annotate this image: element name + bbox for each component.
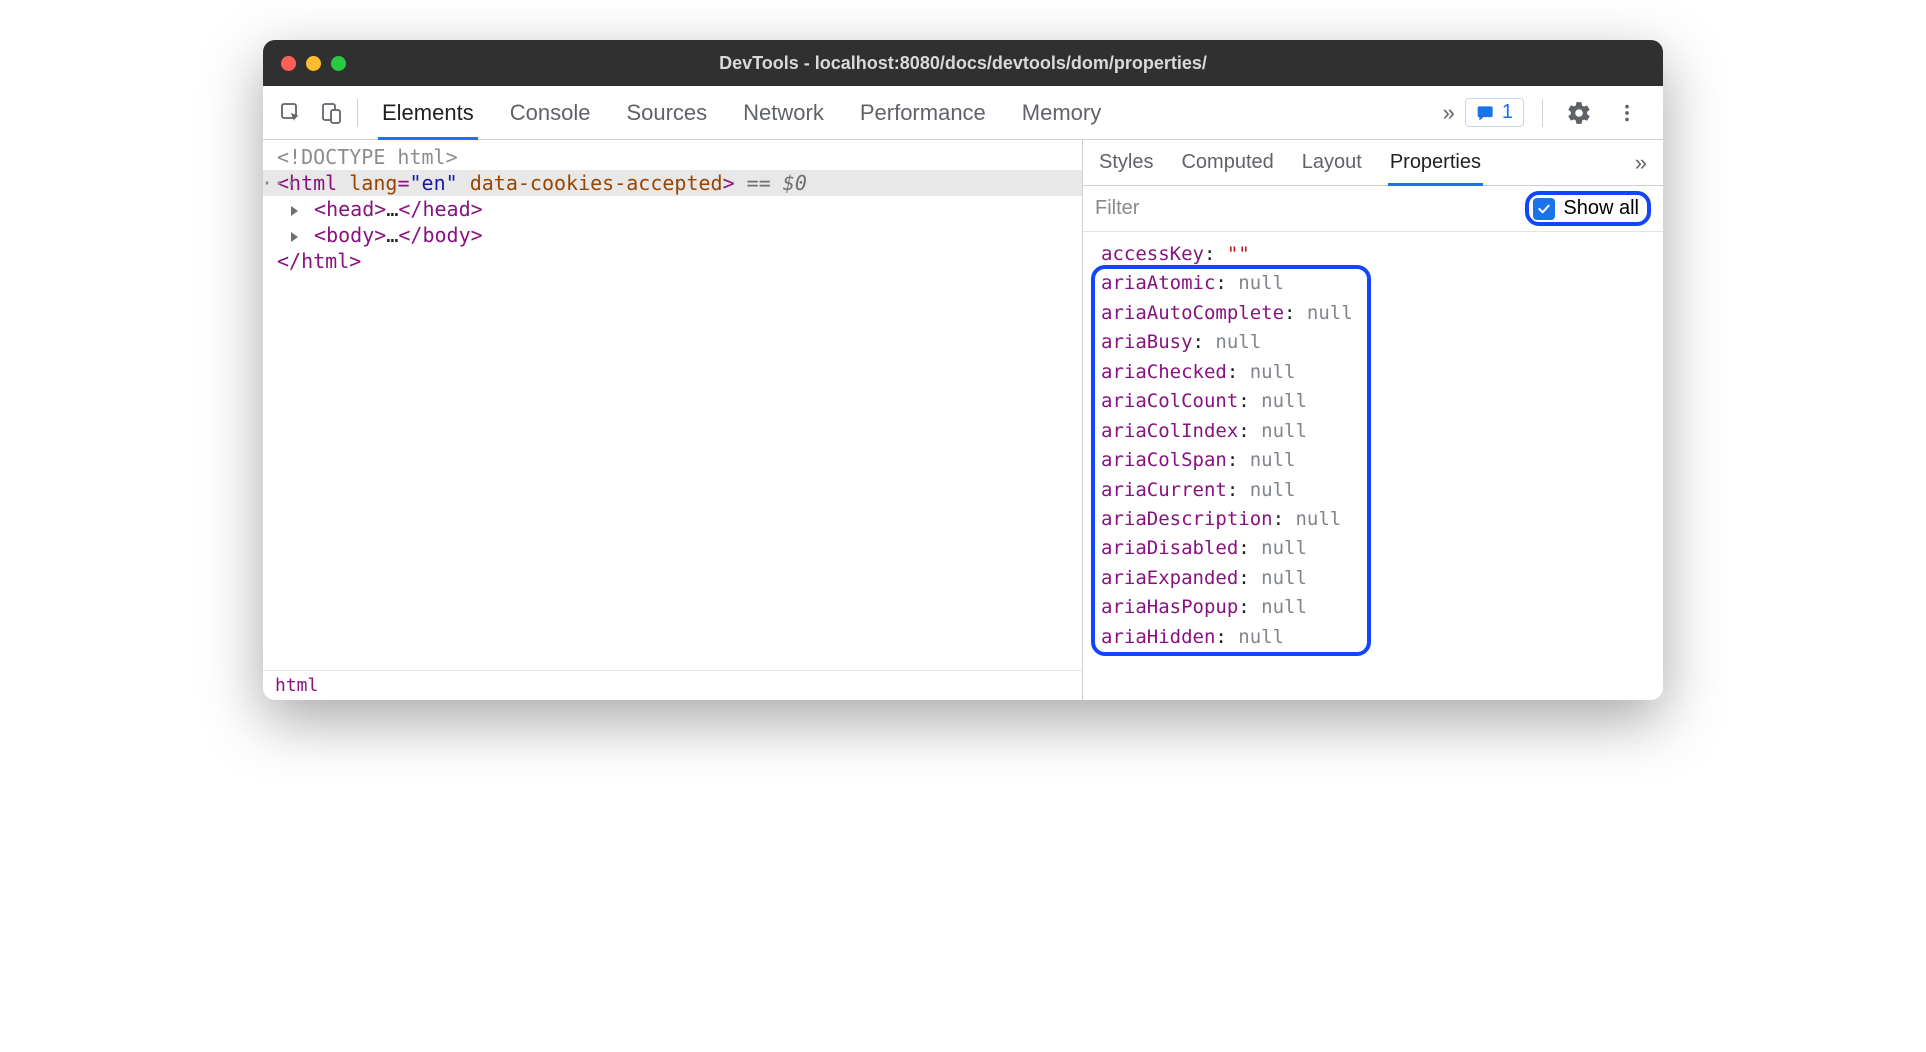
tab-performance[interactable]: Performance — [860, 86, 986, 139]
property-row[interactable]: ariaDisabled: null — [1101, 534, 1663, 563]
sidebar-tabs: Styles Computed Layout Properties » — [1083, 140, 1663, 186]
property-row[interactable]: ariaCurrent: null — [1101, 476, 1663, 505]
toolbar-separator — [1542, 99, 1543, 127]
tab-memory[interactable]: Memory — [1022, 86, 1101, 139]
property-row[interactable]: ariaExpanded: null — [1101, 564, 1663, 593]
issues-icon — [1476, 103, 1496, 123]
device-toolbar-icon[interactable] — [311, 93, 351, 133]
traffic-lights — [281, 56, 346, 71]
window-title: DevTools - localhost:8080/docs/devtools/… — [263, 53, 1663, 74]
crumb-html[interactable]: html — [275, 675, 318, 696]
devtools-window: DevTools - localhost:8080/docs/devtools/… — [263, 40, 1663, 700]
subtab-computed[interactable]: Computed — [1181, 140, 1273, 185]
show-all-highlight: Show all — [1525, 191, 1651, 226]
show-all-checkbox[interactable] — [1533, 198, 1555, 220]
inspect-element-icon[interactable] — [271, 93, 311, 133]
filter-input[interactable] — [1095, 197, 1515, 220]
breadcrumb[interactable]: html — [263, 670, 1082, 700]
issues-badge[interactable]: 1 — [1465, 98, 1524, 127]
property-row[interactable]: ariaColSpan: null — [1101, 446, 1663, 475]
tab-network[interactable]: Network — [743, 86, 824, 139]
elements-panel: <!DOCTYPE html> ··· <html lang="en" data… — [263, 140, 1083, 700]
toolbar-right: 1 — [1465, 95, 1655, 131]
dom-html-close[interactable]: </html> — [263, 248, 1082, 274]
issues-count: 1 — [1502, 101, 1513, 124]
dom-body[interactable]: <body>…</body> — [263, 222, 1082, 248]
toolbar-separator — [357, 99, 358, 127]
tab-elements[interactable]: Elements — [382, 86, 474, 139]
property-row[interactable]: ariaChecked: null — [1101, 358, 1663, 387]
subtab-styles[interactable]: Styles — [1099, 140, 1153, 185]
property-row[interactable]: ariaHasPopup: null — [1101, 593, 1663, 622]
property-row[interactable]: ariaHidden: null — [1101, 623, 1663, 652]
properties-list[interactable]: accessKey: ""ariaAtomic: nullariaAutoCom… — [1083, 232, 1663, 700]
dom-head[interactable]: <head>…</head> — [263, 196, 1082, 222]
property-row[interactable]: ariaAutoComplete: null — [1101, 299, 1663, 328]
expand-icon[interactable] — [291, 232, 298, 242]
property-row[interactable]: ariaColCount: null — [1101, 387, 1663, 416]
subtab-properties[interactable]: Properties — [1390, 140, 1481, 185]
show-all-label: Show all — [1563, 197, 1639, 220]
subtab-layout[interactable]: Layout — [1302, 140, 1362, 185]
sidebar-panel: Styles Computed Layout Properties » Show all… — [1083, 140, 1663, 700]
more-tabs-icon[interactable]: » — [1433, 100, 1465, 126]
kebab-menu-icon[interactable] — [1609, 95, 1645, 131]
tab-sources[interactable]: Sources — [626, 86, 707, 139]
panel-tabs: Elements Console Sources Network Performance… — [382, 86, 1433, 139]
dom-tree[interactable]: <!DOCTYPE html> ··· <html lang="en" data… — [263, 140, 1082, 670]
expand-icon[interactable] — [291, 206, 298, 216]
settings-icon[interactable] — [1561, 95, 1597, 131]
devtools-body: <!DOCTYPE html> ··· <html lang="en" data… — [263, 140, 1663, 700]
more-subtabs-icon[interactable]: » — [1635, 150, 1647, 176]
check-icon — [1536, 201, 1552, 217]
dom-html-open[interactable]: ··· <html lang="en" data-cookies-accepte… — [263, 170, 1082, 196]
property-row[interactable]: ariaAtomic: null — [1101, 269, 1663, 298]
maximize-window-button[interactable] — [331, 56, 346, 71]
property-row[interactable]: ariaColIndex: null — [1101, 417, 1663, 446]
property-row[interactable]: ariaDescription: null — [1101, 505, 1663, 534]
filter-bar: Show all — [1083, 186, 1663, 232]
main-toolbar: Elements Console Sources Network Performance… — [263, 86, 1663, 140]
titlebar: DevTools - localhost:8080/docs/devtools/… — [263, 40, 1663, 86]
dom-doctype[interactable]: <!DOCTYPE html> — [263, 144, 1082, 170]
property-row[interactable]: accessKey: "" — [1101, 240, 1663, 269]
property-row[interactable]: ariaBusy: null — [1101, 328, 1663, 357]
close-window-button[interactable] — [281, 56, 296, 71]
minimize-window-button[interactable] — [306, 56, 321, 71]
tab-console[interactable]: Console — [510, 86, 591, 139]
